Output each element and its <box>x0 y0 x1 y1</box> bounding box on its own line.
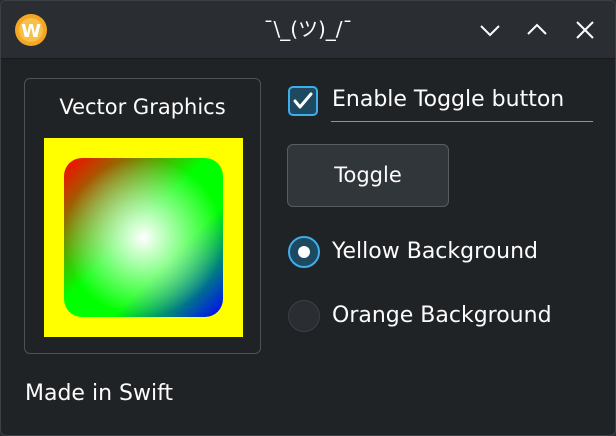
minimize-icon[interactable] <box>475 15 505 45</box>
vector-graphics-group: Vector Graphics <box>24 78 261 354</box>
close-icon[interactable] <box>570 15 600 45</box>
radio-orange-label[interactable]: Orange Background <box>332 299 552 333</box>
radio-orange-background[interactable]: Orange Background <box>288 299 588 333</box>
radial-glow <box>64 158 223 317</box>
toggle-button[interactable]: Toggle <box>287 144 449 207</box>
maximize-icon[interactable] <box>522 15 552 45</box>
enable-toggle-label[interactable]: Enable Toggle button <box>332 84 564 116</box>
enable-toggle-checkbox[interactable]: Enable Toggle button <box>288 84 594 122</box>
title-bar[interactable]: W ¯\_(ツ)_/¯ <box>1 1 615 59</box>
checkmark-icon <box>293 92 313 109</box>
radio-indicator-unselected[interactable] <box>288 300 320 332</box>
made-in-label: Made in Swift <box>25 381 174 406</box>
radio-yellow-label[interactable]: Yellow Background <box>332 235 538 269</box>
window-content: Vector Graphics Made in Swift Enable Tog… <box>1 59 615 435</box>
group-title: Vector Graphics <box>59 95 226 119</box>
checkbox-box[interactable] <box>288 86 318 116</box>
vector-graphics-canvas <box>44 138 243 337</box>
radio-indicator-selected[interactable] <box>288 236 320 268</box>
radio-yellow-background[interactable]: Yellow Background <box>288 235 588 269</box>
app-window: W ¯\_(ツ)_/¯ Vector Graphics Made in Swif… <box>0 0 616 436</box>
focus-underline <box>331 121 593 122</box>
